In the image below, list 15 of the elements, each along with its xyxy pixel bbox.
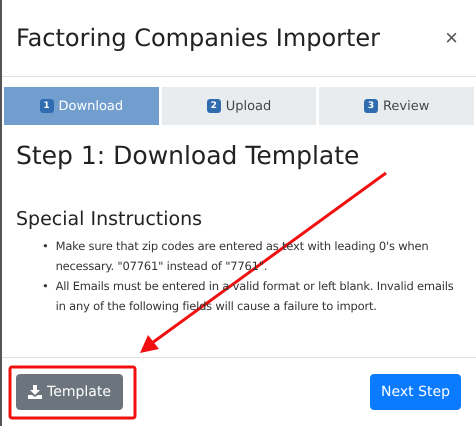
step-number-badge: 3 [364, 99, 378, 113]
bullet: • [42, 238, 49, 255]
dialog-title: Factoring Companies Importer [16, 24, 380, 52]
step-number-badge: 2 [206, 99, 221, 113]
next-step-button[interactable]: Next Step [370, 374, 461, 410]
step-tab[interactable]: 3 Review [319, 87, 474, 125]
bullet: • [42, 278, 49, 295]
step-heading: Step 1: Download Template [16, 141, 360, 170]
section-title: Special Instructions [16, 208, 204, 230]
template-button[interactable]: Template [16, 374, 123, 410]
step-number-badge: 1 [40, 99, 54, 113]
step-tab[interactable]: 1 Download [4, 87, 159, 125]
step-tab[interactable]: 2 Upload [162, 87, 316, 125]
download-icon [28, 384, 42, 398]
close-button[interactable]: × [443, 25, 460, 51]
